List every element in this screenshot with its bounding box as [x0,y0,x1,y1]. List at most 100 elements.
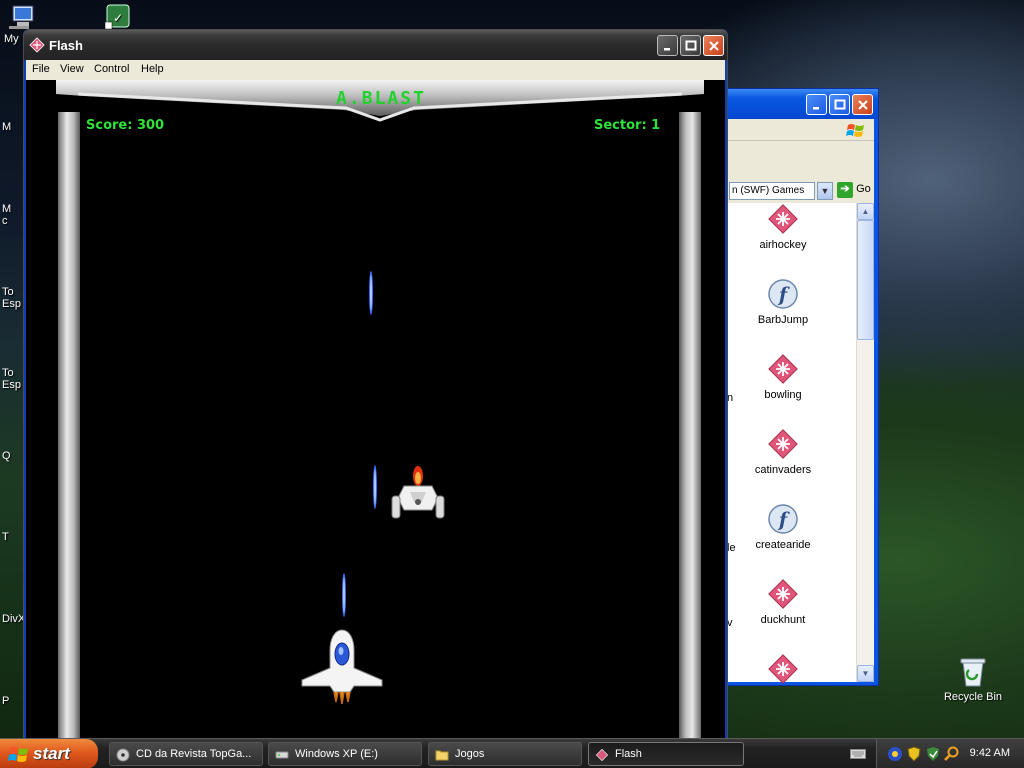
edge-label-1: M [2,121,12,133]
network-icon[interactable] [887,746,903,762]
edge-label-7: DivX [2,613,26,625]
address-bar: n (SWF) Games ▼ ➔ Go [727,179,874,203]
windows-flag-icon [846,122,866,138]
file-item-catinvaders[interactable]: catinvaders [737,428,829,476]
recycle-bin-label: Recycle Bin [943,691,1003,703]
file-label: createaride [755,539,811,551]
file-label: bowling [764,389,802,401]
taskbar-item-flash[interactable]: Flash [588,742,744,766]
cd-icon [116,748,130,762]
explorer-toolbar [727,141,874,169]
taskbar-item-drive[interactable]: Windows XP (E:) [268,742,422,766]
security-shield-icon[interactable] [906,746,922,762]
enemy-ship [391,466,445,519]
system-tray: 9:42 AM [876,739,1024,768]
explorer-titlebar[interactable] [727,89,878,119]
edge-label-3: To Esp [2,286,21,310]
game-frame-left [58,112,80,748]
file-item-bowling[interactable]: bowling [737,353,829,401]
minimize-button[interactable] [806,94,827,115]
close-button[interactable] [852,94,873,115]
recycle-bin-icon [958,656,988,688]
file-label: airhockey [759,239,807,251]
edge-label-2: Mc [2,203,12,227]
drive-icon [275,751,289,759]
flash-f-icon: f [767,278,799,310]
task-label: Windows XP (E:) [295,748,378,760]
clipped-text-2: le [727,542,736,554]
address-dropdown-button[interactable]: ▼ [817,182,833,200]
clock[interactable]: 9:42 AM [970,747,1010,759]
swf-diamond-icon [767,653,799,685]
player-ship [301,629,383,704]
laser-bolt [373,465,377,509]
close-button[interactable] [703,35,724,56]
task-label: CD da Revista TopGa... [136,748,252,760]
maximize-button[interactable] [680,35,701,56]
taskbar: start CD da Revista TopGa... Windows XP … [0,738,1024,768]
flash-titlebar[interactable]: Flash [24,30,727,60]
file-item-barbjump[interactable]: f BarbJump [737,278,829,326]
edge-label-8: P [2,695,10,707]
start-button[interactable]: start [0,739,98,768]
laser-bolt [369,271,373,315]
menu-file[interactable]: File [32,63,50,75]
keyboard-icon[interactable] [850,748,866,760]
shield-update-icon[interactable] [925,746,941,762]
game-stage[interactable]: A.BLAST Score: 300 Sector: 1 [26,80,725,748]
file-item-airhockey[interactable]: airhockey [737,203,829,251]
shortcut-icon: ✓ [103,4,131,30]
edge-label-4: To Esp [2,367,21,391]
task-label: Jogos [455,748,485,760]
explorer-window[interactable]: n (SWF) Games ▼ ➔ Go n le v airhockey f … [727,88,879,686]
edge-label-5: Q [2,450,11,462]
vertical-scrollbar[interactable]: ▲ ▼ [856,203,874,682]
svg-text:✓: ✓ [113,11,123,25]
windows-logo-icon [8,747,28,762]
score-display: Score: 300 [86,118,165,133]
flash-f-icon: f [767,503,799,535]
recycle-bin-desktop-icon[interactable]: Recycle Bin [938,656,1008,703]
swf-diamond-icon [767,428,799,460]
chevron-down-icon: ▼ [820,186,830,196]
folder-icon [435,750,449,761]
swf-diamond-icon [767,578,799,610]
taskbar-item-cd[interactable]: CD da Revista TopGa... [109,742,263,766]
sector-display: Sector: 1 [594,118,661,133]
game-logo: A.BLAST [336,88,426,109]
menu-view[interactable]: View [60,63,84,75]
file-list: n le v airhockey f BarbJump bowling cati… [727,203,856,684]
file-label: BarbJump [757,314,809,326]
go-arrow-icon: ➔ [837,182,853,198]
file-item-partial[interactable] [737,653,829,689]
task-label: Flash [615,748,642,760]
flash-app-icon [29,37,45,53]
menu-help[interactable]: Help [141,63,164,75]
go-button[interactable]: ➔ Go [837,182,877,200]
flash-menubar: File View Control Help [26,60,725,80]
file-item-createaride[interactable]: f createaride [737,503,829,551]
swf-diamond-icon [767,353,799,385]
search-icon[interactable] [944,746,960,762]
game-frame-right [679,112,701,748]
scroll-up-button[interactable]: ▲ [857,203,874,220]
laser-bolt [342,573,346,617]
edge-label-6: T [2,531,9,543]
scroll-down-button[interactable]: ▼ [857,665,874,682]
start-label: start [33,744,70,763]
my-computer-icon [7,4,37,30]
file-item-duckhunt[interactable]: duckhunt [737,578,829,626]
address-input[interactable]: n (SWF) Games [729,182,815,200]
minimize-button[interactable] [657,35,678,56]
menu-control[interactable]: Control [94,63,129,75]
maximize-button[interactable] [829,94,850,115]
explorer-menubar [727,119,874,141]
flash-window[interactable]: Flash File View Control Help A.BLAST Sco… [23,29,728,749]
window-title: Flash [49,38,83,53]
swf-diamond-icon [767,203,799,235]
go-label: Go [856,183,871,195]
scroll-thumb[interactable] [857,220,874,340]
taskbar-item-jogos[interactable]: Jogos [428,742,582,766]
file-label: catinvaders [754,464,812,476]
file-label: duckhunt [760,614,806,626]
